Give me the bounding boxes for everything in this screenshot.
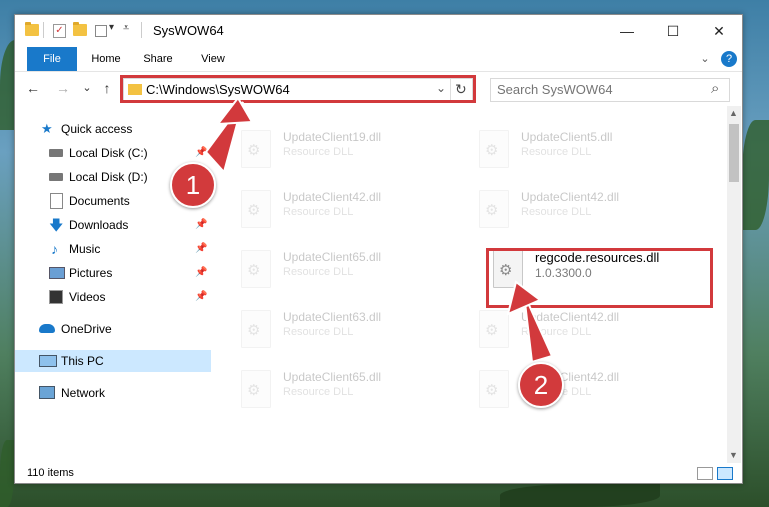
callout-badge-2: 2 (518, 362, 564, 408)
arrow-1-head (215, 96, 254, 126)
callout-badge-1: 1 (170, 162, 216, 208)
arrow-2-head (506, 280, 542, 316)
callout-arrows (204, 96, 554, 364)
